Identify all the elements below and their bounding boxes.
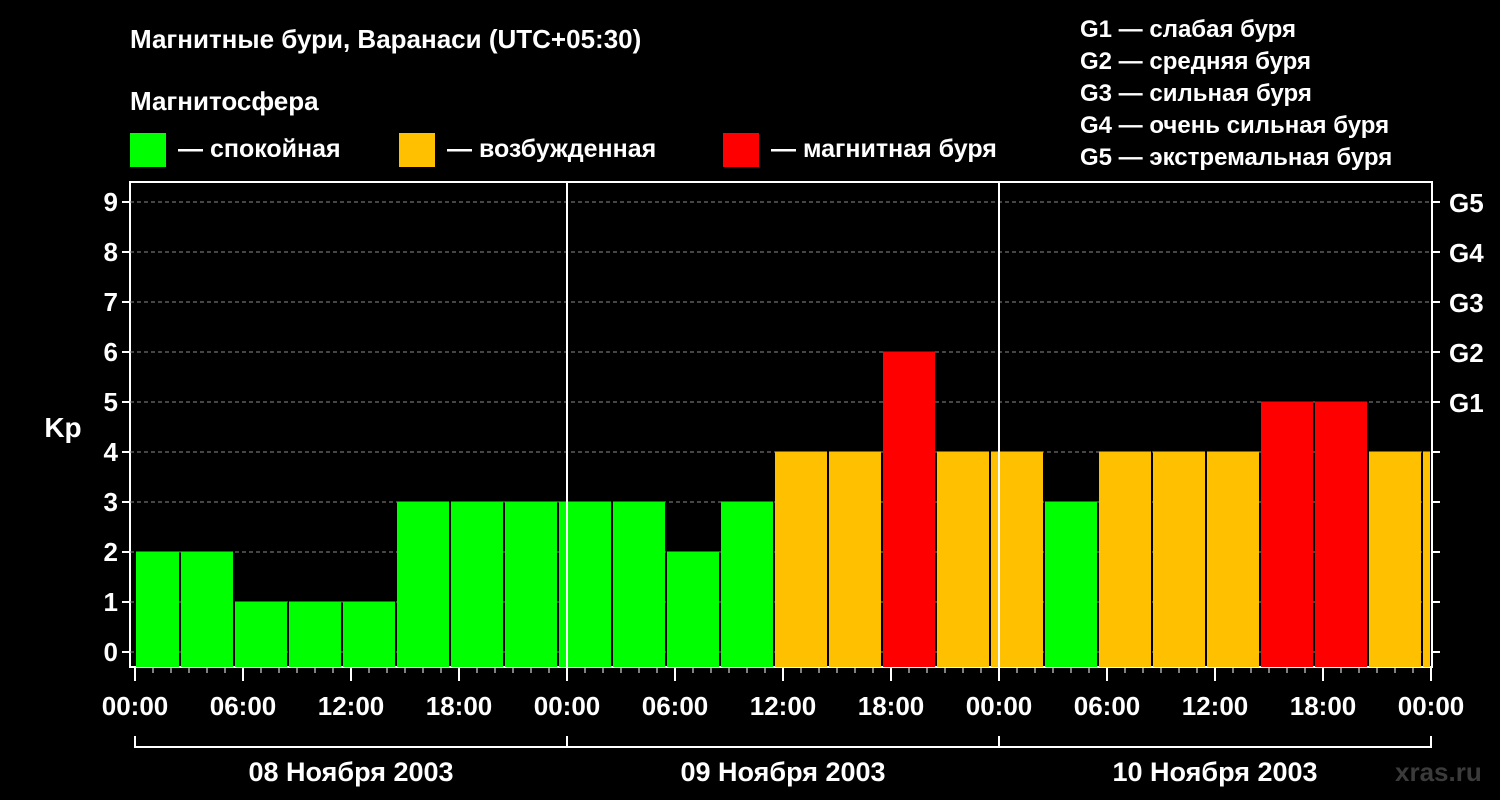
bar-21 <box>1261 401 1313 667</box>
bar-1 <box>181 551 233 667</box>
y-tick-label-8: 8 <box>104 237 118 267</box>
bar-12 <box>775 451 827 667</box>
x-tick-label-10: 12:00 <box>1182 691 1249 721</box>
bar-18 <box>1099 451 1151 667</box>
bar-10 <box>667 551 719 667</box>
x-tick-label-4: 00:00 <box>534 691 601 721</box>
bar-11 <box>721 501 773 667</box>
bar-22 <box>1315 401 1367 667</box>
bar-17 <box>1045 501 1097 667</box>
right-tick-label-g3: G3 <box>1449 288 1484 318</box>
bar-9 <box>613 501 665 667</box>
bar-0 <box>136 551 179 667</box>
bar-19 <box>1153 451 1205 667</box>
x-tick-label-8: 00:00 <box>966 691 1033 721</box>
y-tick-label-7: 7 <box>104 287 118 317</box>
right-tick-label-g4: G4 <box>1449 238 1484 268</box>
x-tick-label-11: 18:00 <box>1290 691 1357 721</box>
kp-bar-chart: 0 1 2 3 4 5 6 7 8 9 G1 G2 G3 G4 G5 Kp 00:00 06:00 12:00 18:… <box>44 181 1484 787</box>
bar-24 <box>1423 451 1430 667</box>
y-tick-label-0: 0 <box>104 637 118 667</box>
day-label-0: 08 Ноября 2003 <box>248 757 453 787</box>
y-tick-label-5: 5 <box>104 387 118 417</box>
y-tick-label-2: 2 <box>104 537 118 567</box>
bar-20 <box>1207 451 1259 667</box>
y-axis-label: Kp <box>44 412 81 443</box>
right-tick-label-g1: G1 <box>1449 388 1484 418</box>
y-tick-label-3: 3 <box>104 487 118 517</box>
x-tick-label-0: 00:00 <box>102 691 169 721</box>
y-tick-label-6: 6 <box>104 337 118 367</box>
x-tick-label-5: 06:00 <box>642 691 709 721</box>
x-tick-label-2: 12:00 <box>318 691 385 721</box>
chart-figure: Магнитные бури, Варанаси (UTC+05:30) Маг… <box>0 0 1500 800</box>
bar-3 <box>289 601 341 667</box>
y-tick-label-1: 1 <box>104 587 118 617</box>
y-tick-label-4: 4 <box>104 437 119 467</box>
bar-13 <box>829 451 881 667</box>
bar-2 <box>235 601 287 667</box>
bar-5 <box>397 501 449 667</box>
watermark: xras.ru <box>1395 757 1482 787</box>
x-tick-label-12: 00:00 <box>1398 691 1465 721</box>
x-tick-label-3: 18:00 <box>426 691 493 721</box>
y-tick-label-9: 9 <box>104 187 118 217</box>
x-tick-label-6: 12:00 <box>750 691 817 721</box>
day-label-2: 10 Ноября 2003 <box>1112 757 1317 787</box>
bar-23 <box>1369 451 1421 667</box>
bar-6 <box>451 501 503 667</box>
right-tick-label-g5: G5 <box>1449 188 1484 218</box>
right-tick-label-g2: G2 <box>1449 338 1484 368</box>
x-tick-label-1: 06:00 <box>210 691 277 721</box>
day-label-1: 09 Ноября 2003 <box>680 757 885 787</box>
x-tick-label-7: 18:00 <box>858 691 925 721</box>
bar-15 <box>937 451 989 667</box>
bar-4 <box>343 601 395 667</box>
bar-14 <box>883 351 935 667</box>
bar-7 <box>505 501 557 667</box>
x-tick-label-9: 06:00 <box>1074 691 1141 721</box>
